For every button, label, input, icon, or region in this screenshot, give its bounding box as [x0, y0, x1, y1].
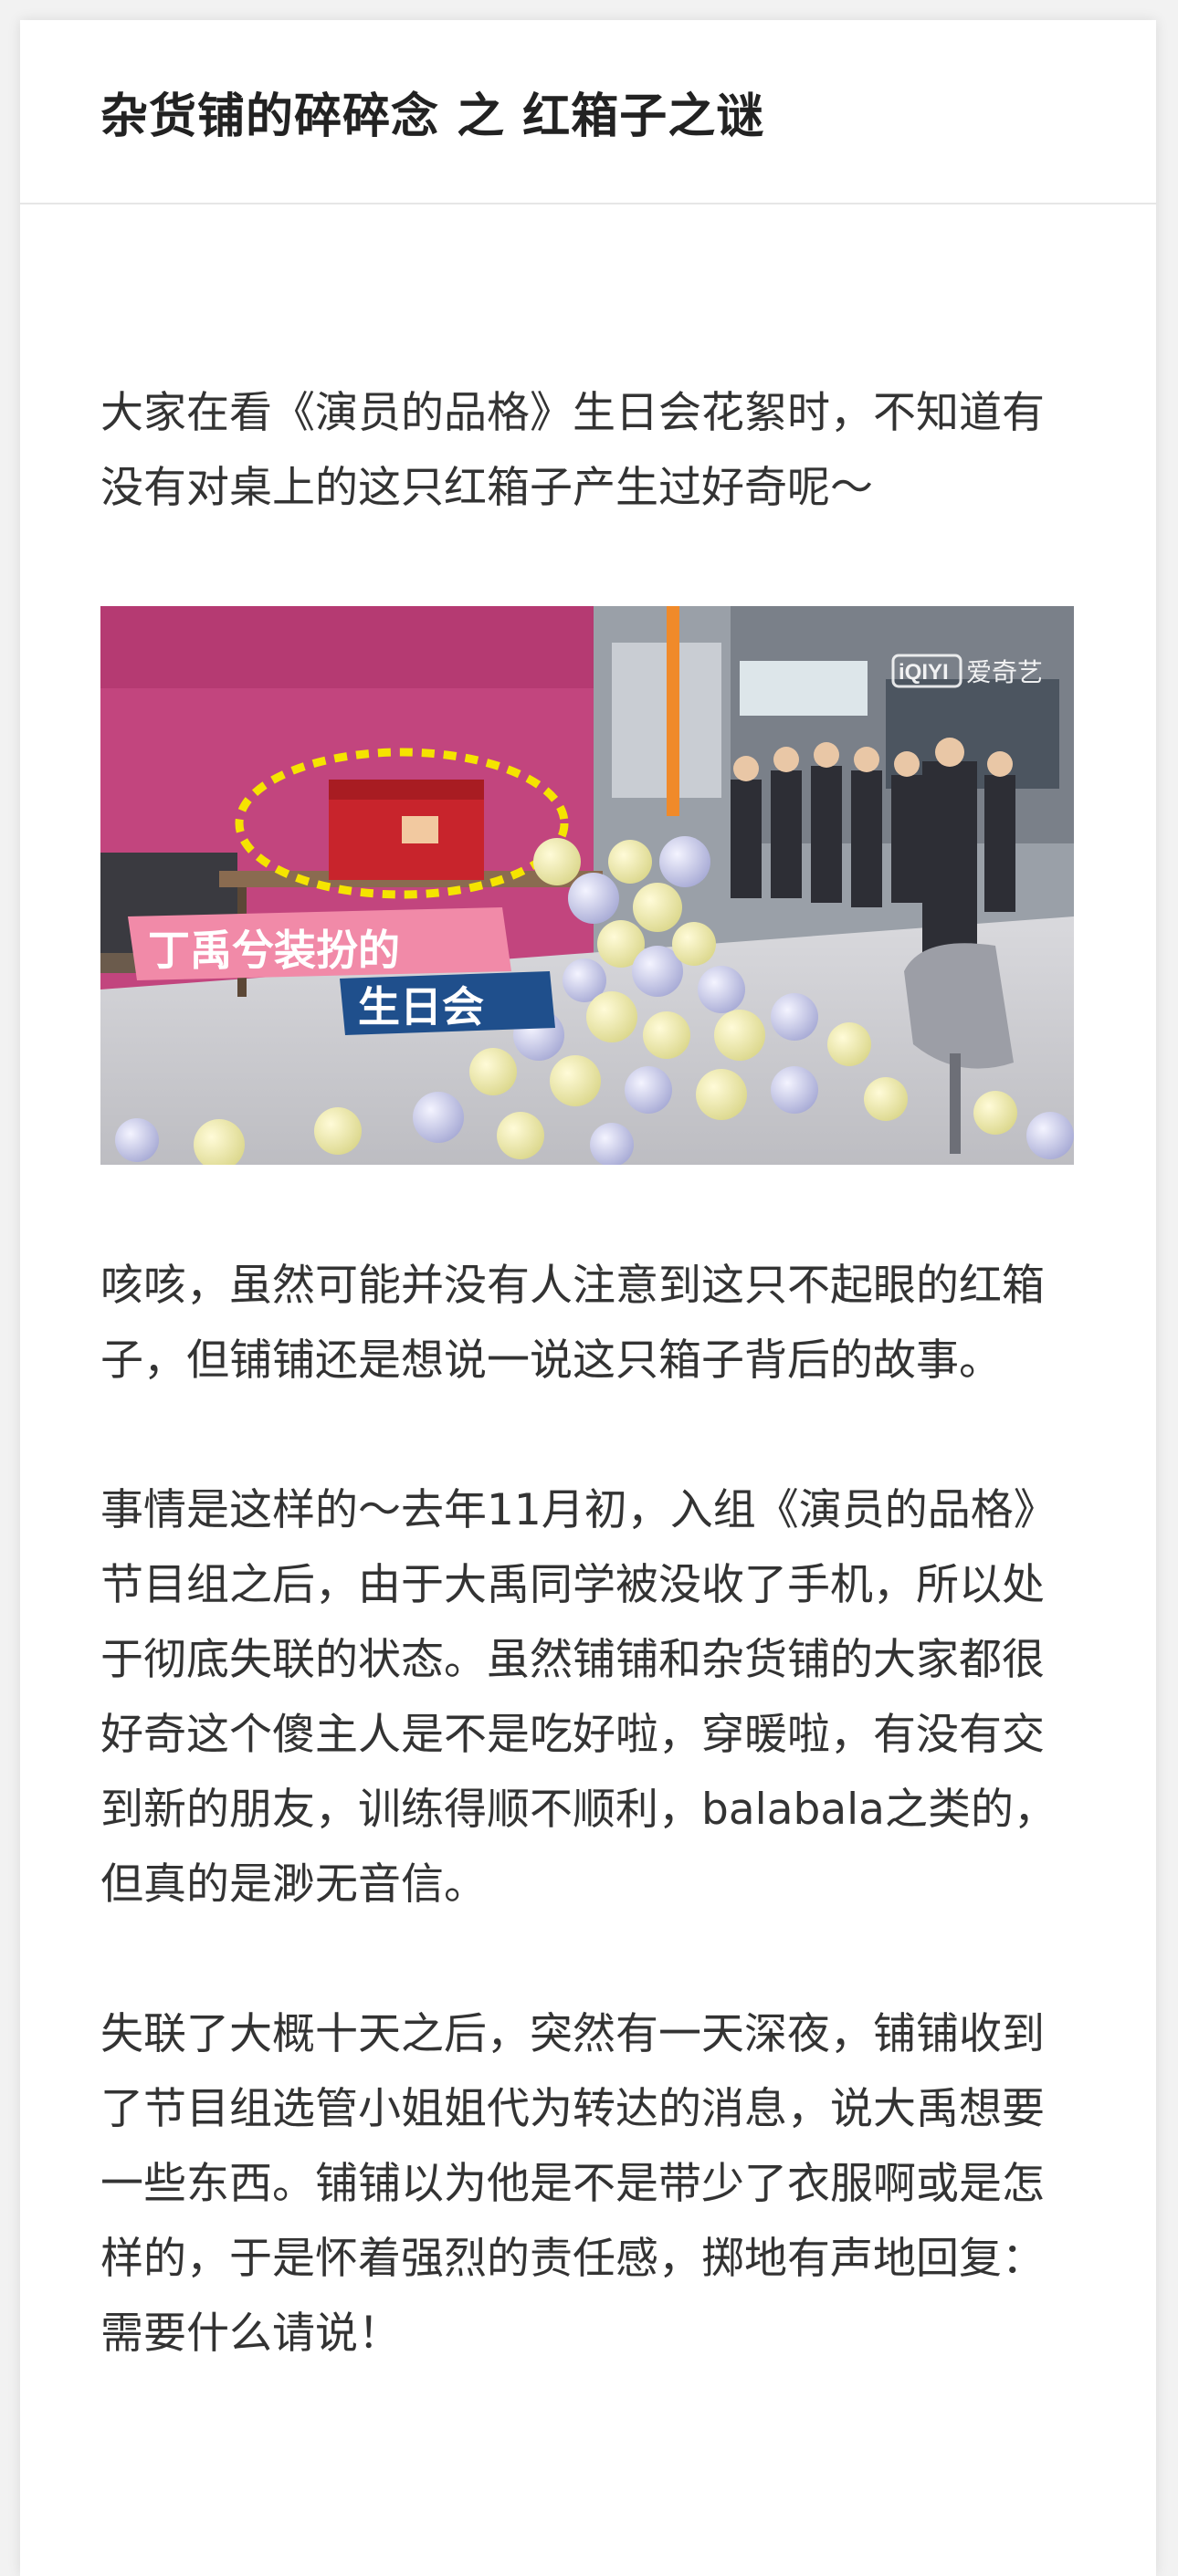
article-header: 杂货铺的碎碎念 之 红箱子之谜	[20, 20, 1156, 204]
photo-caption-line1: 丁禹兮装扮的	[148, 927, 400, 974]
article-body: 大家在看《演员的品格》生日会花絮时，不知道有没有对桌上的这只红箱子产生过好奇呢～	[20, 376, 1156, 2372]
birthday-party-photo: 丁禹兮装扮的 生日会 iQIYI 爱奇艺	[100, 606, 1074, 1165]
article-paragraph: 失联了大概十天之后，突然有一天深夜，铺铺收到了节目组选管小姐姐代为转达的消息，说…	[100, 2009, 1045, 2359]
article-card: 杂货铺的碎碎念 之 红箱子之谜 大家在看《演员的品格》生日会花絮时，不知道有没有…	[20, 20, 1156, 2576]
article-title: 杂货铺的碎碎念 之 红箱子之谜	[100, 89, 765, 144]
watermark-logo: iQIYI	[899, 660, 949, 685]
article-paragraph: 事情是这样的～去年11月初，入组《演员的品格》节目组之后，由于大禹同学被没收了手…	[100, 1485, 1057, 1910]
photo-caption-line2: 生日会	[358, 983, 484, 1031]
article-photo[interactable]: 丁禹兮装扮的 生日会 iQIYI 爱奇艺	[100, 606, 1074, 1165]
watermark-text: 爱奇艺	[966, 658, 1043, 686]
article-paragraph: 大家在看《演员的品格》生日会花絮时，不知道有没有对桌上的这只红箱子产生过好奇呢～	[100, 388, 1045, 513]
article-paragraph: 咳咳，虽然可能并没有人注意到这只不起眼的红箱子，但铺铺还是想说一说这只箱子背后的…	[100, 1261, 1045, 1386]
